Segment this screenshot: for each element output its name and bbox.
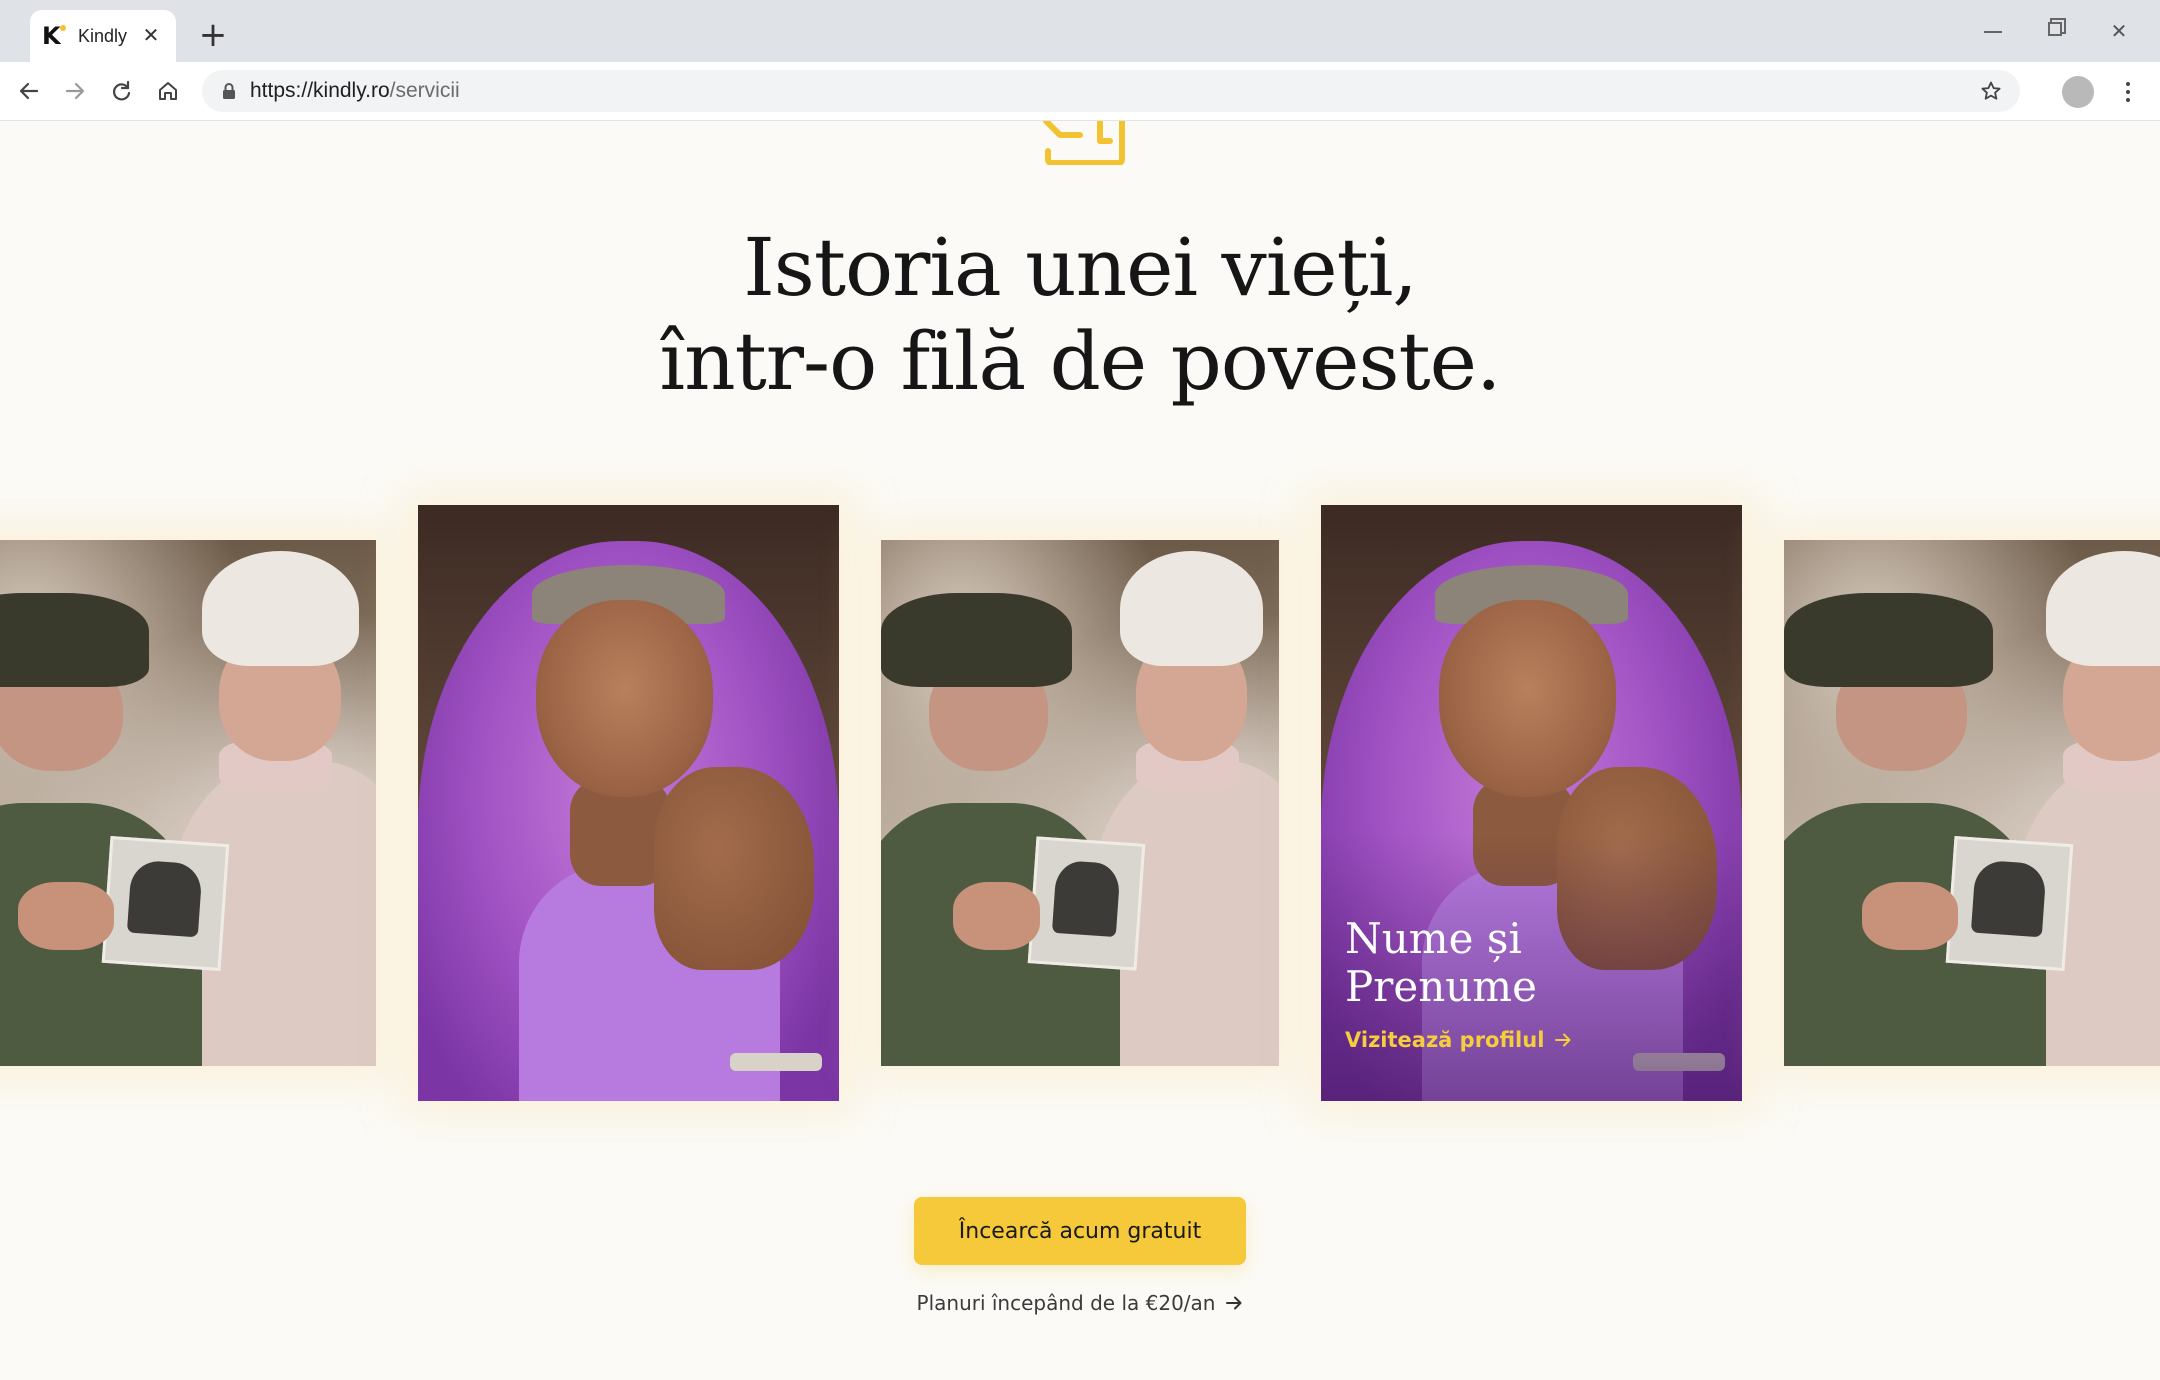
lock-icon: [223, 83, 235, 99]
story-card-featured[interactable]: Nume și Prenume Vizitează profilul: [1321, 505, 1742, 1101]
address-bar[interactable]: https://kindly.ro/servicii: [202, 70, 2020, 112]
profile-name: Nume și Prenume: [1345, 914, 1537, 1011]
forward-arrow-icon[interactable]: [58, 74, 92, 108]
page-headline: Istoria unei vieți, într-o filă de poves…: [0, 221, 2160, 409]
arrow-right-icon: [1226, 1296, 1242, 1310]
kindly-favicon-icon: K: [42, 23, 68, 49]
book-icon: [1043, 121, 1125, 165]
story-card-woman-1[interactable]: [418, 505, 839, 1101]
browser-toolbar: https://kindly.ro/servicii: [0, 62, 2160, 121]
story-card-couple-2[interactable]: [881, 540, 1279, 1066]
new-tab-button[interactable]: +: [196, 18, 230, 52]
reload-icon[interactable]: [104, 74, 138, 108]
home-icon[interactable]: [151, 74, 185, 108]
headline-line-1: Istoria unei vieți,: [743, 221, 1418, 314]
plans-link[interactable]: Planuri începând de la €20/an: [900, 1291, 1260, 1315]
woman-photo: [1321, 505, 1742, 1101]
menu-dots-icon[interactable]: [2118, 76, 2138, 108]
arrow-right-icon: [1555, 1033, 1571, 1047]
browser-tab[interactable]: K Kindly ✕: [30, 10, 176, 62]
restore-window-icon[interactable]: [2040, 18, 2070, 44]
visit-profile-link[interactable]: Vizitează profilul: [1345, 1028, 1572, 1052]
headline-line-2: într-o filă de poveste.: [659, 315, 1502, 408]
story-card-couple-3[interactable]: [1784, 540, 2160, 1066]
star-icon[interactable]: [1980, 80, 2002, 102]
story-card-couple-1[interactable]: [0, 540, 376, 1066]
back-arrow-icon[interactable]: [12, 74, 46, 108]
visit-profile-label: Vizitează profilul: [1345, 1028, 1545, 1052]
minimize-window-icon[interactable]: [1978, 18, 2008, 44]
page-viewport: Istoria unei vieți, într-o filă de poves…: [0, 121, 2160, 1380]
couple-photo: [1784, 540, 2160, 1066]
couple-photo: [881, 540, 1279, 1066]
tab-title: Kindly: [78, 25, 128, 46]
couple-photo: [0, 540, 376, 1066]
profile-avatar[interactable]: [2062, 76, 2094, 108]
close-window-icon[interactable]: ✕: [2104, 18, 2134, 44]
url-text: https://kindly.ro/servicii: [250, 79, 460, 102]
tab-strip: K Kindly ✕ + ✕: [0, 0, 2160, 62]
woman-photo: [418, 505, 839, 1101]
try-free-button[interactable]: Încearcă acum gratuit: [914, 1197, 1246, 1265]
tab-close-icon[interactable]: ✕: [140, 24, 162, 46]
plans-label: Planuri începând de la €20/an: [916, 1291, 1216, 1315]
